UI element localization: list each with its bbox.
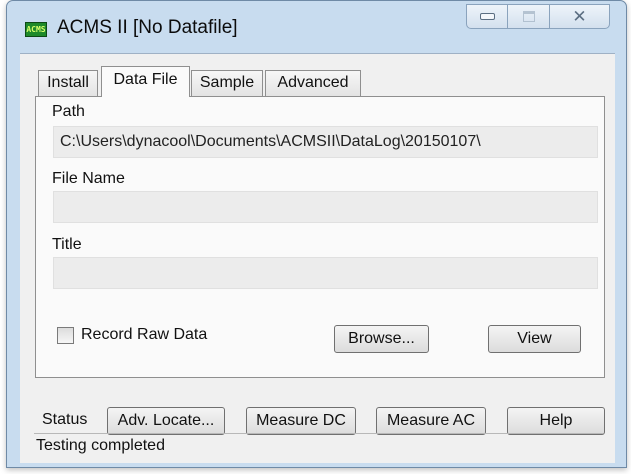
tab-data-file[interactable]: Data File (101, 66, 190, 97)
minimize-button[interactable] (466, 4, 508, 29)
window-controls: ✕ (466, 4, 610, 29)
view-button[interactable]: View (488, 325, 581, 353)
close-button[interactable]: ✕ (550, 4, 610, 29)
help-button[interactable]: Help (507, 407, 605, 435)
measure-ac-button[interactable]: Measure AC (376, 407, 486, 435)
data-file-panel: Path C:\Users\dynacool\Documents\ACMSII\… (35, 96, 605, 378)
minimize-icon (479, 13, 495, 20)
title-field[interactable] (53, 257, 598, 289)
adv-locate-button[interactable]: Adv. Locate... (107, 407, 225, 435)
tab-install[interactable]: Install (38, 70, 98, 96)
tab-sample[interactable]: Sample (191, 70, 263, 96)
file-name-label: File Name (52, 170, 125, 187)
maximize-button[interactable] (508, 4, 550, 29)
measure-dc-button[interactable]: Measure DC (246, 407, 356, 435)
tab-advanced[interactable]: Advanced (265, 70, 361, 96)
client-area: Install Data File Sample Advanced Path C… (20, 53, 615, 463)
status-bar: Testing completed (34, 433, 603, 457)
window-title: ACMS II [No Datafile] (57, 17, 238, 38)
title-bar[interactable]: ACMS ACMS II [No Datafile] ✕ (7, 1, 626, 49)
path-label: Path (52, 103, 85, 120)
path-field[interactable]: C:\Users\dynacool\Documents\ACMSII\DataL… (53, 126, 598, 158)
maximize-icon (522, 11, 535, 22)
record-raw-data-label: Record Raw Data (81, 326, 208, 343)
title-label: Title (52, 236, 82, 253)
browse-button[interactable]: Browse... (334, 325, 429, 353)
acms-app-icon: ACMS (25, 22, 47, 37)
record-raw-data-checkbox[interactable] (57, 327, 74, 344)
close-icon: ✕ (572, 6, 587, 27)
file-name-field[interactable] (53, 191, 598, 223)
acms-window: ACMS ACMS II [No Datafile] ✕ Install Dat… (6, 0, 627, 468)
status-label: Status (42, 411, 88, 428)
